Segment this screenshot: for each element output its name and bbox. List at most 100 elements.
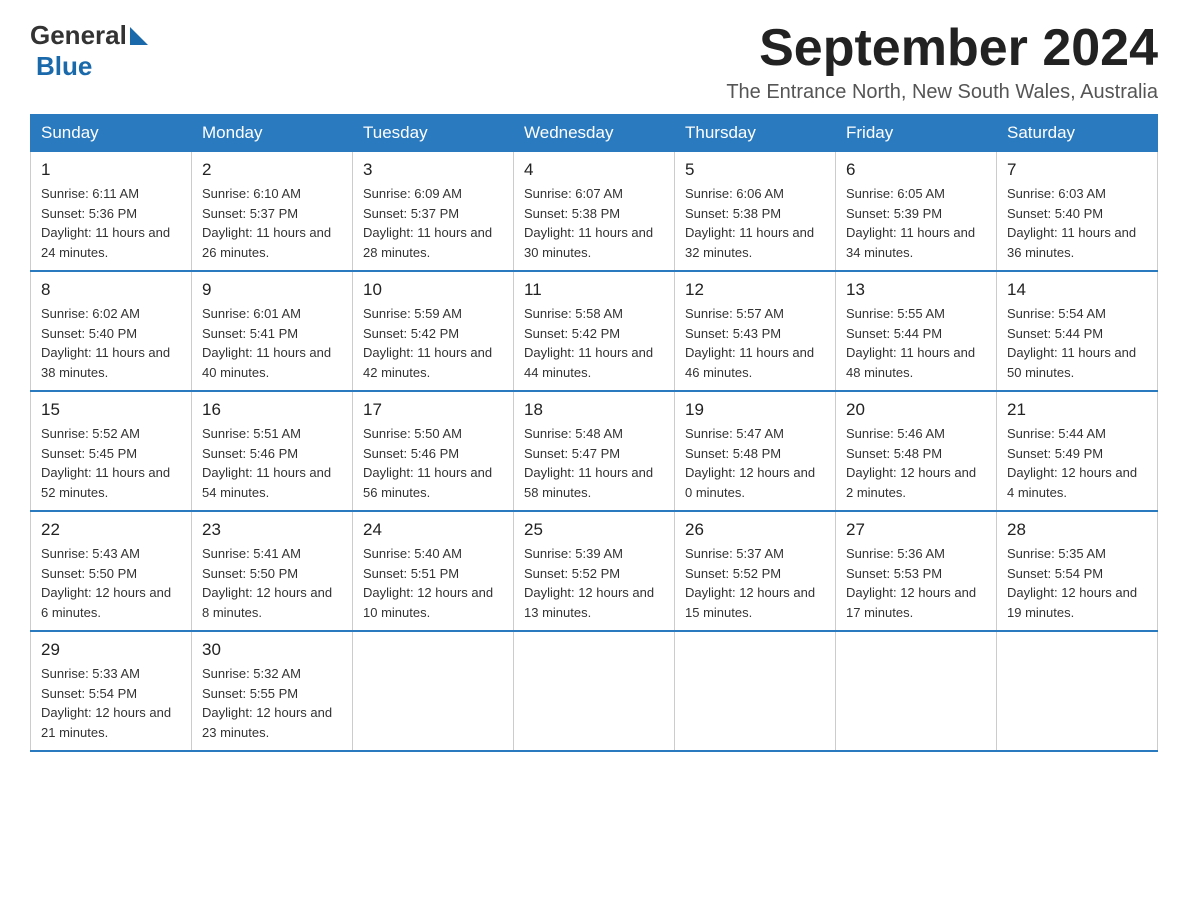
day-number: 8	[41, 280, 181, 300]
calendar-cell: 20 Sunrise: 5:46 AMSunset: 5:48 PMDayligh…	[836, 391, 997, 511]
day-number: 19	[685, 400, 825, 420]
day-number: 11	[524, 280, 664, 300]
calendar-cell: 4 Sunrise: 6:07 AMSunset: 5:38 PMDaylight…	[514, 152, 675, 272]
calendar-cell: 19 Sunrise: 5:47 AMSunset: 5:48 PMDayligh…	[675, 391, 836, 511]
day-info: Sunrise: 6:07 AMSunset: 5:38 PMDaylight:…	[524, 184, 664, 262]
title-area: September 2024 The Entrance North, New S…	[726, 20, 1158, 104]
day-number: 17	[363, 400, 503, 420]
calendar-cell: 15 Sunrise: 5:52 AMSunset: 5:45 PMDayligh…	[31, 391, 192, 511]
day-info: Sunrise: 6:06 AMSunset: 5:38 PMDaylight:…	[685, 184, 825, 262]
calendar-cell: 23 Sunrise: 5:41 AMSunset: 5:50 PMDayligh…	[192, 511, 353, 631]
calendar-cell	[675, 631, 836, 751]
day-info: Sunrise: 6:01 AMSunset: 5:41 PMDaylight:…	[202, 304, 342, 382]
weekday-header-monday: Monday	[192, 115, 353, 152]
logo: General Blue	[30, 20, 148, 82]
calendar-cell: 16Sunrise: 5:51 AMSunset: 5:46 PMDayligh…	[192, 391, 353, 511]
day-number: 18	[524, 400, 664, 420]
day-number: 28	[1007, 520, 1147, 540]
day-number: 4	[524, 160, 664, 180]
calendar-cell: 8 Sunrise: 6:02 AMSunset: 5:40 PMDaylight…	[31, 271, 192, 391]
calendar-cell: 18Sunrise: 5:48 AMSunset: 5:47 PMDayligh…	[514, 391, 675, 511]
day-info: Sunrise: 5:57 AMSunset: 5:43 PMDaylight:…	[685, 304, 825, 382]
calendar-cell: 26 Sunrise: 5:37 AMSunset: 5:52 PMDayligh…	[675, 511, 836, 631]
day-info: Sunrise: 6:10 AMSunset: 5:37 PMDaylight:…	[202, 184, 342, 262]
day-info: Sunrise: 6:09 AMSunset: 5:37 PMDaylight:…	[363, 184, 503, 262]
calendar-cell: 2 Sunrise: 6:10 AMSunset: 5:37 PMDaylight…	[192, 152, 353, 272]
week-row-4: 22Sunrise: 5:43 AMSunset: 5:50 PMDayligh…	[31, 511, 1158, 631]
day-number: 2	[202, 160, 342, 180]
calendar-cell: 6 Sunrise: 6:05 AMSunset: 5:39 PMDaylight…	[836, 152, 997, 272]
logo-general-text: General	[30, 20, 127, 51]
day-number: 14	[1007, 280, 1147, 300]
calendar-cell: 25 Sunrise: 5:39 AMSunset: 5:52 PMDayligh…	[514, 511, 675, 631]
calendar-cell: 9Sunrise: 6:01 AMSunset: 5:41 PMDaylight…	[192, 271, 353, 391]
day-number: 6	[846, 160, 986, 180]
day-info: Sunrise: 6:05 AMSunset: 5:39 PMDaylight:…	[846, 184, 986, 262]
calendar-table: SundayMondayTuesdayWednesdayThursdayFrid…	[30, 114, 1158, 752]
calendar-cell: 13Sunrise: 5:55 AMSunset: 5:44 PMDayligh…	[836, 271, 997, 391]
calendar-cell: 17 Sunrise: 5:50 AMSunset: 5:46 PMDayligh…	[353, 391, 514, 511]
day-number: 23	[202, 520, 342, 540]
day-info: Sunrise: 5:39 AMSunset: 5:52 PMDaylight:…	[524, 544, 664, 622]
day-number: 26	[685, 520, 825, 540]
calendar-cell: 27 Sunrise: 5:36 AMSunset: 5:53 PMDayligh…	[836, 511, 997, 631]
weekday-header-saturday: Saturday	[997, 115, 1158, 152]
calendar-cell	[353, 631, 514, 751]
day-number: 12	[685, 280, 825, 300]
day-number: 7	[1007, 160, 1147, 180]
calendar-cell: 10 Sunrise: 5:59 AMSunset: 5:42 PMDayligh…	[353, 271, 514, 391]
day-number: 21	[1007, 400, 1147, 420]
location-subtitle: The Entrance North, New South Wales, Aus…	[726, 81, 1158, 104]
day-number: 13	[846, 280, 986, 300]
calendar-cell: 24 Sunrise: 5:40 AMSunset: 5:51 PMDayligh…	[353, 511, 514, 631]
day-info: Sunrise: 5:37 AMSunset: 5:52 PMDaylight:…	[685, 544, 825, 622]
day-info: Sunrise: 5:33 AMSunset: 5:54 PMDaylight:…	[41, 664, 181, 742]
day-number: 5	[685, 160, 825, 180]
week-row-2: 8 Sunrise: 6:02 AMSunset: 5:40 PMDaylight…	[31, 271, 1158, 391]
day-number: 25	[524, 520, 664, 540]
day-info: Sunrise: 5:44 AMSunset: 5:49 PMDaylight:…	[1007, 424, 1147, 502]
day-info: Sunrise: 5:32 AMSunset: 5:55 PMDaylight:…	[202, 664, 342, 742]
day-number: 27	[846, 520, 986, 540]
day-info: Sunrise: 5:47 AMSunset: 5:48 PMDaylight:…	[685, 424, 825, 502]
day-number: 29	[41, 640, 181, 660]
day-info: Sunrise: 5:54 AMSunset: 5:44 PMDaylight:…	[1007, 304, 1147, 382]
day-number: 20	[846, 400, 986, 420]
calendar-cell: 5 Sunrise: 6:06 AMSunset: 5:38 PMDaylight…	[675, 152, 836, 272]
week-row-3: 15 Sunrise: 5:52 AMSunset: 5:45 PMDayligh…	[31, 391, 1158, 511]
calendar-cell: 3 Sunrise: 6:09 AMSunset: 5:37 PMDaylight…	[353, 152, 514, 272]
calendar-cell: 14 Sunrise: 5:54 AMSunset: 5:44 PMDayligh…	[997, 271, 1158, 391]
day-number: 10	[363, 280, 503, 300]
day-number: 15	[41, 400, 181, 420]
day-info: Sunrise: 6:02 AMSunset: 5:40 PMDaylight:…	[41, 304, 181, 382]
page-header: General Blue September 2024 The Entrance…	[30, 20, 1158, 104]
day-info: Sunrise: 5:52 AMSunset: 5:45 PMDaylight:…	[41, 424, 181, 502]
day-info: Sunrise: 5:40 AMSunset: 5:51 PMDaylight:…	[363, 544, 503, 622]
weekday-header-wednesday: Wednesday	[514, 115, 675, 152]
weekday-header-thursday: Thursday	[675, 115, 836, 152]
calendar-cell: 29 Sunrise: 5:33 AMSunset: 5:54 PMDayligh…	[31, 631, 192, 751]
day-number: 22	[41, 520, 181, 540]
calendar-cell	[514, 631, 675, 751]
week-row-1: 1Sunrise: 6:11 AMSunset: 5:36 PMDaylight…	[31, 152, 1158, 272]
day-info: Sunrise: 5:41 AMSunset: 5:50 PMDaylight:…	[202, 544, 342, 622]
day-info: Sunrise: 5:46 AMSunset: 5:48 PMDaylight:…	[846, 424, 986, 502]
month-title: September 2024	[726, 20, 1158, 77]
day-info: Sunrise: 5:59 AMSunset: 5:42 PMDaylight:…	[363, 304, 503, 382]
day-number: 30	[202, 640, 342, 660]
calendar-cell: 21 Sunrise: 5:44 AMSunset: 5:49 PMDayligh…	[997, 391, 1158, 511]
day-number: 24	[363, 520, 503, 540]
day-info: Sunrise: 5:36 AMSunset: 5:53 PMDaylight:…	[846, 544, 986, 622]
calendar-cell: 1Sunrise: 6:11 AMSunset: 5:36 PMDaylight…	[31, 152, 192, 272]
day-info: Sunrise: 5:35 AMSunset: 5:54 PMDaylight:…	[1007, 544, 1147, 622]
day-info: Sunrise: 6:03 AMSunset: 5:40 PMDaylight:…	[1007, 184, 1147, 262]
day-info: Sunrise: 5:58 AMSunset: 5:42 PMDaylight:…	[524, 304, 664, 382]
weekday-header-tuesday: Tuesday	[353, 115, 514, 152]
day-number: 3	[363, 160, 503, 180]
day-info: Sunrise: 6:11 AMSunset: 5:36 PMDaylight:…	[41, 184, 181, 262]
weekday-header-friday: Friday	[836, 115, 997, 152]
day-info: Sunrise: 5:50 AMSunset: 5:46 PMDaylight:…	[363, 424, 503, 502]
logo-blue-text: Blue	[36, 51, 92, 82]
calendar-cell: 30 Sunrise: 5:32 AMSunset: 5:55 PMDayligh…	[192, 631, 353, 751]
day-info: Sunrise: 5:51 AMSunset: 5:46 PMDaylight:…	[202, 424, 342, 502]
